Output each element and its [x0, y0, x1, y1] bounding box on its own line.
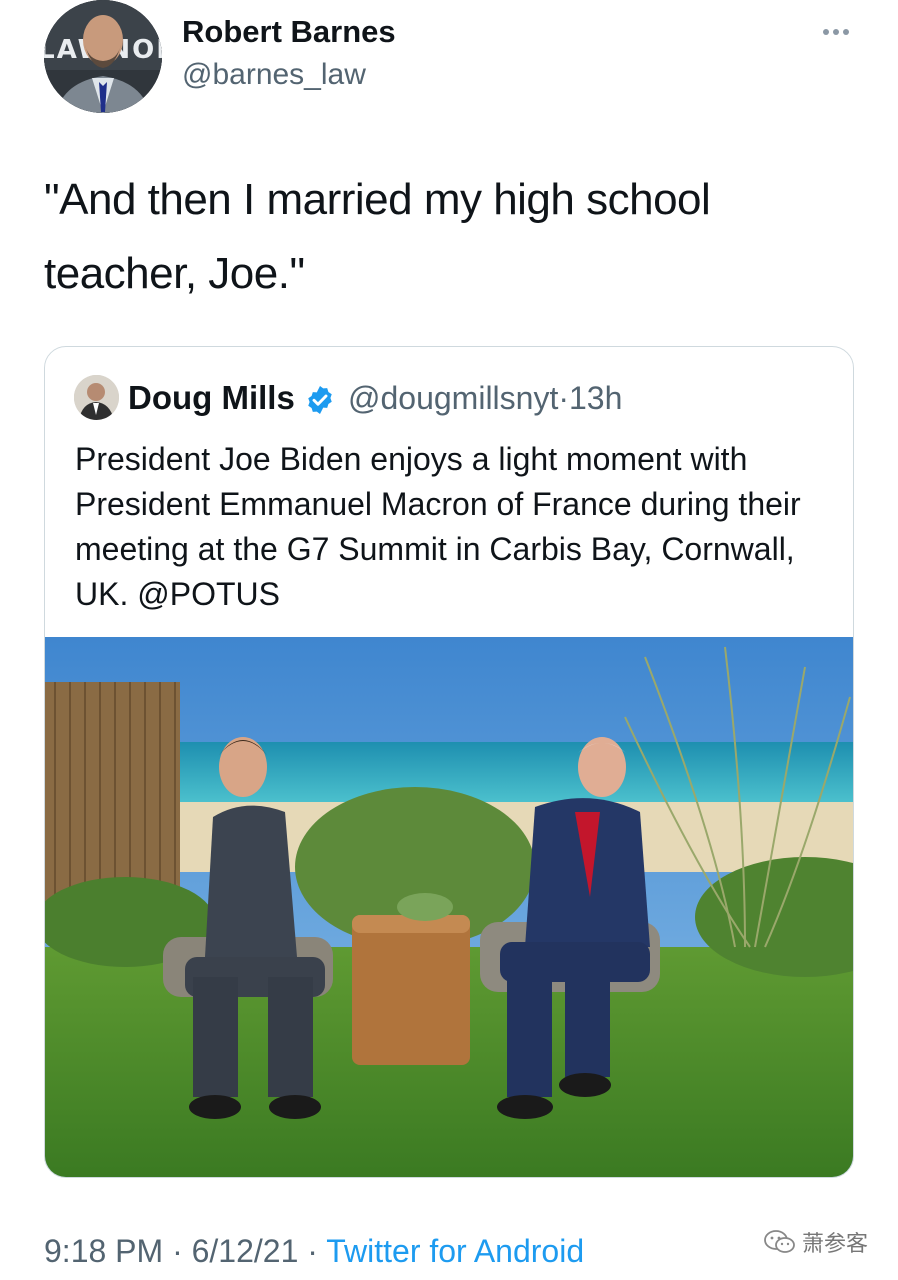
watermark-text: 萧参客: [802, 1231, 869, 1256]
tweet-footer: 9:18 PM · 6/12/21 · Twitter for Android: [44, 1233, 584, 1270]
quoted-handle-line: @dougmillsnyt·13h: [348, 380, 622, 417]
separator-dot: ·: [307, 1233, 318, 1269]
quoted-tweet-photo[interactable]: [45, 637, 853, 1177]
quoted-avatar-image: [74, 375, 119, 420]
quoted-author-avatar[interactable]: [74, 375, 119, 420]
more-options-button[interactable]: [816, 20, 856, 44]
tweet-text: "And then I married my high school teach…: [44, 175, 711, 298]
more-dots-icon: [843, 29, 849, 35]
quoted-tweet-card[interactable]: Doug Mills @dougmillsnyt·13h President J…: [44, 346, 854, 1178]
tweet-time[interactable]: 9:18 PM: [44, 1233, 163, 1269]
watermark: 萧参客: [764, 1226, 868, 1258]
author-name[interactable]: Robert Barnes: [182, 14, 396, 50]
quoted-author-handle[interactable]: @dougmillsnyt: [348, 380, 558, 416]
more-dots-icon: [823, 29, 829, 35]
author-avatar[interactable]: LAWNOI: [44, 0, 162, 113]
author-handle[interactable]: @barnes_law: [182, 58, 366, 92]
more-dots-icon: [833, 29, 839, 35]
separator-dot: ·: [558, 380, 569, 416]
separator-dot: ·: [172, 1233, 183, 1269]
avatar-image: LAWNOI: [44, 0, 162, 113]
quoted-tweet-text: President Joe Biden enjoys a light momen…: [75, 441, 801, 612]
quoted-author-name[interactable]: Doug Mills: [128, 379, 295, 417]
tweet-date[interactable]: 6/12/21: [192, 1233, 299, 1269]
verified-badge-icon: [308, 386, 332, 414]
wechat-icon: [764, 1230, 795, 1253]
tweet-source-link[interactable]: Twitter for Android: [326, 1233, 584, 1269]
quoted-tweet-age[interactable]: 13h: [569, 380, 622, 416]
